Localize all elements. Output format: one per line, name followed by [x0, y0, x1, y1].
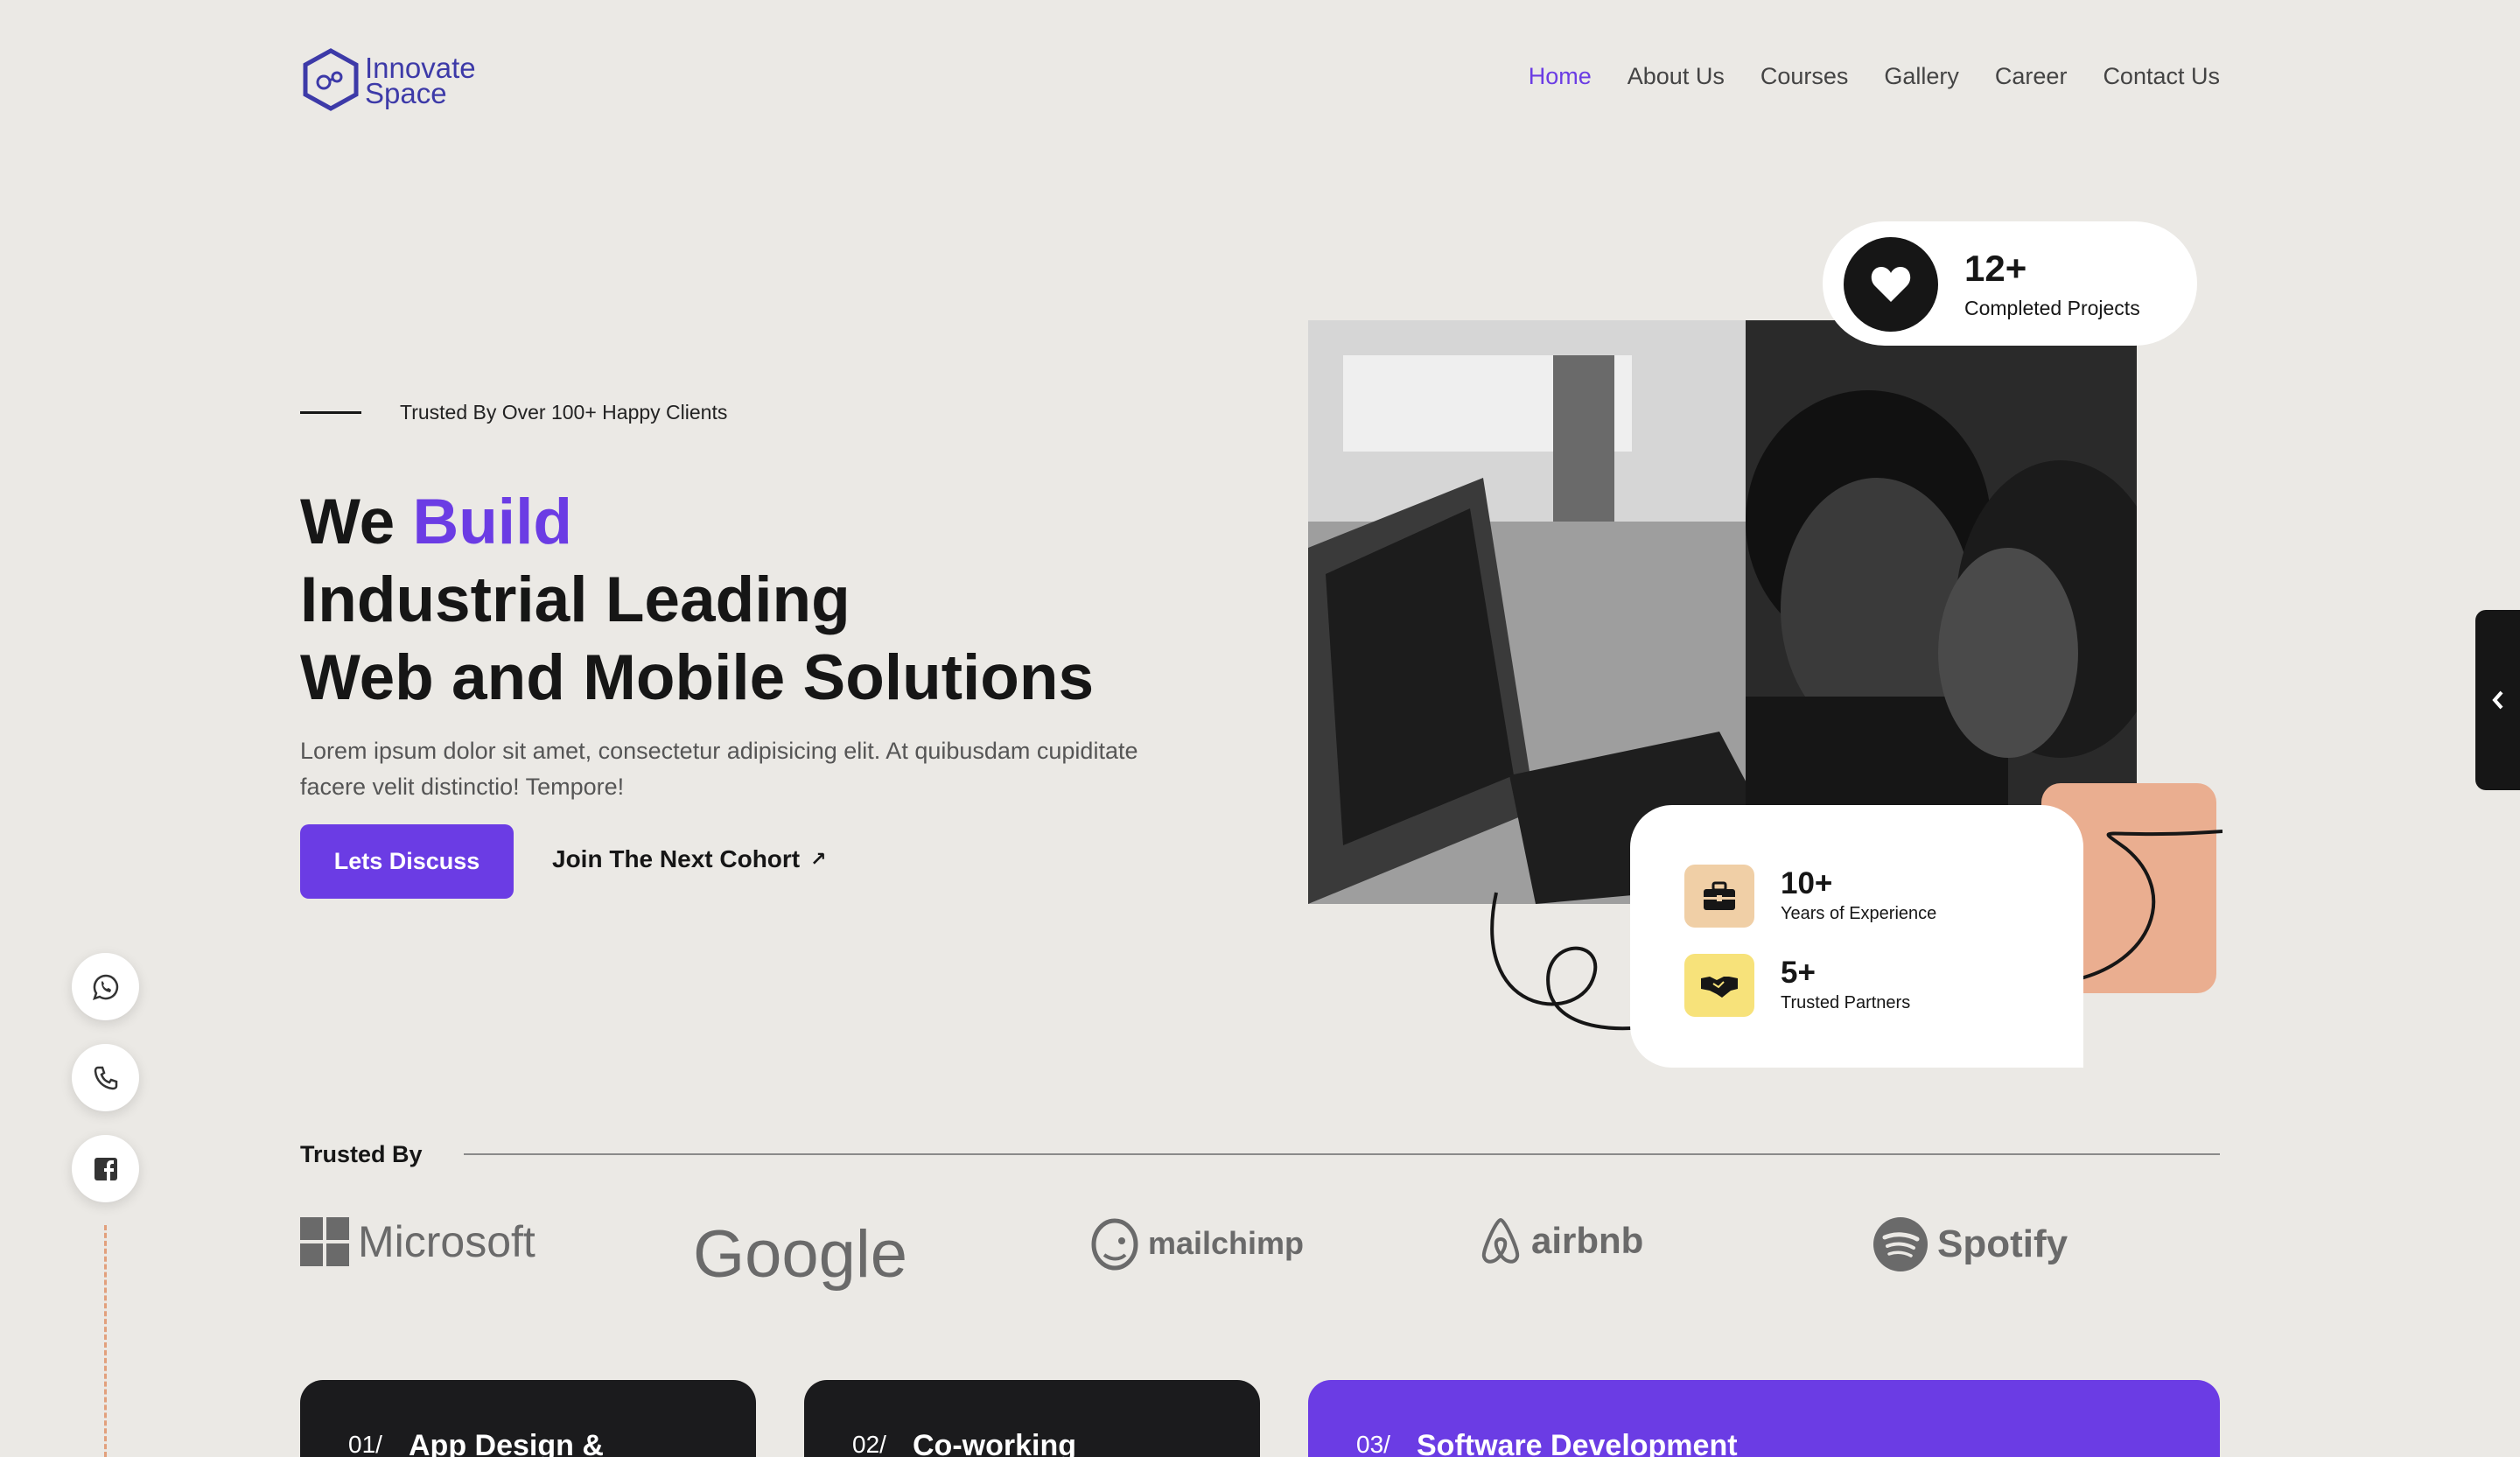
experience-stat: 10+ Years of Experience: [1684, 865, 1936, 928]
microsoft-logo-icon: [300, 1217, 349, 1266]
social-dotted-line: [104, 1225, 107, 1457]
join-cohort-link[interactable]: Join The Next Cohort ↗: [552, 845, 827, 873]
handshake-icon: [1684, 954, 1754, 1017]
brand-mailchimp: mailchimp: [1088, 1216, 1304, 1271]
stats-card: 10+ Years of Experience 5+ Trusted Partn…: [1630, 805, 2083, 1068]
whatsapp-icon: [92, 974, 118, 1000]
trusted-by-divider: [464, 1153, 2220, 1155]
chevron-left-icon: [2491, 690, 2502, 710]
trusted-clients-text: Trusted By Over 100+ Happy Clients: [400, 401, 728, 424]
hero-title-we: We: [300, 487, 396, 557]
brand-spotify-label: Spotify: [1937, 1222, 2068, 1265]
partners-value: 5+: [1781, 956, 1816, 990]
brand-google-label: Google: [693, 1217, 908, 1292]
service-number: 03/: [1356, 1431, 1390, 1457]
hero-title-line2: Industrial Leading: [300, 564, 850, 635]
brand-microsoft-label: Microsoft: [358, 1217, 536, 1266]
side-panel-toggle[interactable]: [2475, 610, 2520, 790]
facebook-icon: [94, 1157, 117, 1181]
partners-text: 5+ Trusted Partners: [1781, 956, 1910, 1015]
brand-google: Google: [693, 1216, 907, 1292]
logo-hexagon-icon: [303, 48, 359, 111]
brand-spotify: Spotify: [1872, 1216, 2068, 1272]
spotify-logo-icon: [1873, 1217, 1928, 1271]
projects-label: Completed Projects: [1964, 297, 2140, 319]
projects-value: 12+: [1964, 248, 2027, 289]
whatsapp-button[interactable]: [72, 953, 139, 1020]
experience-label: Years of Experience: [1781, 904, 1937, 923]
arrow-up-right-icon: ↗: [810, 848, 827, 870]
facebook-button[interactable]: [72, 1135, 139, 1202]
partners-label: Trusted Partners: [1781, 993, 1911, 1012]
logo-text: Innovate Space: [365, 53, 476, 109]
logo[interactable]: Innovate Space: [300, 47, 476, 114]
brand-microsoft: Microsoft: [300, 1216, 536, 1267]
service-title: App Design &: [409, 1429, 604, 1457]
service-card-software-development[interactable]: 03/ Software Development: [1308, 1380, 2220, 1457]
nav-home[interactable]: Home: [1529, 63, 1592, 90]
trusted-by-heading: Trusted By: [300, 1141, 423, 1167]
brand-airbnb-label: airbnb: [1531, 1220, 1644, 1261]
hero-title-line3: Web and Mobile Solutions: [300, 642, 1095, 713]
hero-title: We Build Industrial Leading Web and Mobi…: [300, 483, 1094, 717]
join-cohort-label: Join The Next Cohort: [552, 845, 801, 872]
hero-description: Lorem ipsum dolor sit amet, consectetur …: [300, 738, 1138, 800]
nav-courses[interactable]: Courses: [1760, 63, 1849, 90]
service-title: Software Development: [1417, 1429, 1738, 1457]
main-nav: Home About Us Courses Gallery Career Con…: [1529, 63, 2220, 90]
briefcase-icon: [1684, 865, 1754, 928]
lets-discuss-button[interactable]: Lets Discuss: [300, 824, 514, 899]
nav-about-us[interactable]: About Us: [1628, 63, 1725, 90]
completed-projects-card: 12+ Completed Projects: [1823, 221, 2197, 346]
partners-stat: 5+ Trusted Partners: [1684, 954, 1910, 1017]
logo-line2: Space: [365, 77, 447, 109]
service-card-app-design[interactable]: 01/ App Design &: [300, 1380, 756, 1457]
mailchimp-logo-icon: [1091, 1218, 1138, 1271]
service-card-co-working[interactable]: 02/ Co-working: [804, 1380, 1260, 1457]
service-number: 02/: [852, 1431, 886, 1457]
nav-career[interactable]: Career: [1995, 63, 2068, 90]
service-title: Co-working: [913, 1429, 1076, 1457]
brand-airbnb: airbnb: [1479, 1216, 1643, 1265]
experience-value: 10+: [1781, 866, 1833, 900]
trusted-divider: [300, 411, 361, 414]
experience-text: 10+ Years of Experience: [1781, 866, 1936, 926]
nav-gallery[interactable]: Gallery: [1884, 63, 1959, 90]
heart-icon: [1844, 237, 1938, 332]
service-number: 01/: [348, 1431, 382, 1457]
nav-contact-us[interactable]: Contact Us: [2103, 63, 2220, 90]
phone-button[interactable]: [72, 1044, 139, 1111]
brand-mailchimp-label: mailchimp: [1148, 1225, 1305, 1261]
hero-title-build: Build: [412, 487, 572, 557]
phone-icon: [94, 1066, 117, 1089]
airbnb-logo-icon: [1481, 1217, 1520, 1264]
